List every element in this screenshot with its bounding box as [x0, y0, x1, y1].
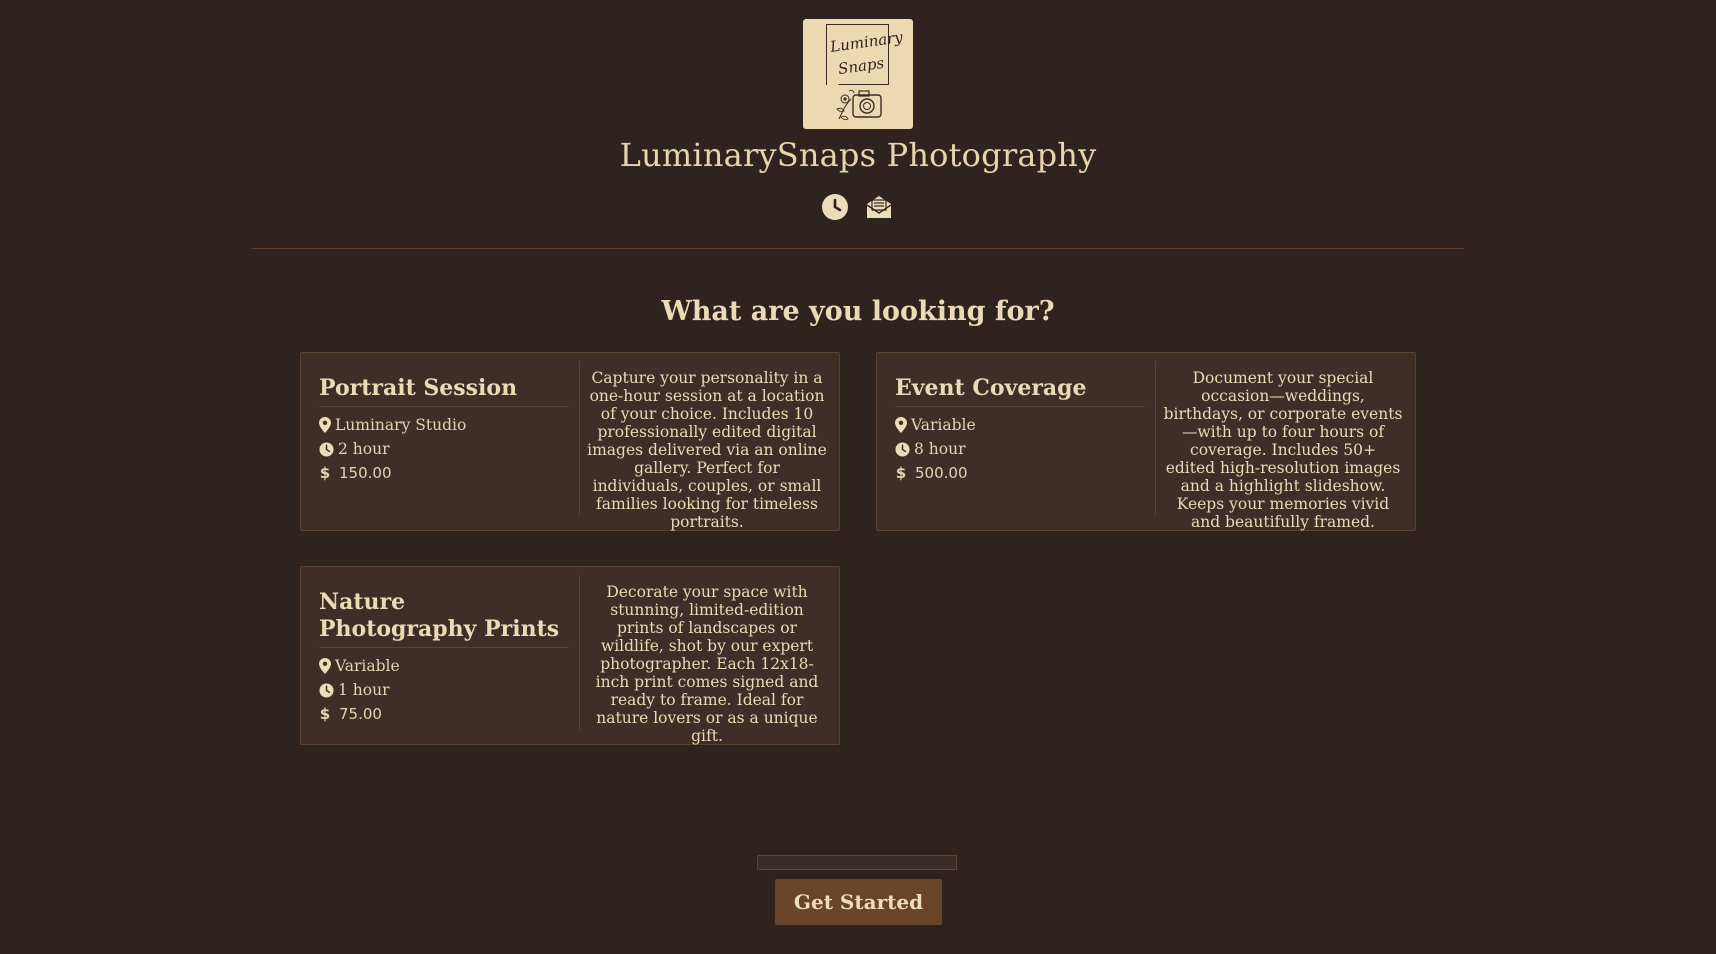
map-pin-icon	[319, 658, 331, 674]
card-divider	[579, 575, 580, 730]
get-started-button[interactable]: Get Started	[775, 879, 942, 925]
clock-icon	[895, 441, 910, 457]
camera-flower-icon	[836, 89, 882, 121]
service-location: Variable	[895, 413, 1145, 437]
page-title: LuminarySnaps Photography	[619, 136, 1097, 174]
progress-bar	[757, 855, 957, 870]
service-description: Capture your personality in a one-hour s…	[587, 369, 827, 531]
service-duration: 1 hour	[319, 678, 569, 702]
service-duration-text: 8 hour	[914, 440, 966, 458]
service-price-text: 500.00	[915, 464, 968, 482]
clock-icon	[319, 682, 334, 698]
booking-page: Luminary Snaps LuminarySnaps Photography	[0, 0, 1716, 954]
service-location-text: Luminary Studio	[335, 416, 467, 434]
service-description: Document your special occasion—weddings,…	[1163, 369, 1403, 531]
header-divider	[252, 248, 1464, 249]
service-duration-text: 2 hour	[338, 440, 390, 458]
service-summary: Event Coverage Variable 8 hour $ 500.00	[895, 375, 1145, 485]
clock-icon	[319, 441, 334, 457]
service-summary: Nature Photography Prints Variable 1 hou…	[319, 589, 569, 726]
service-price: $ 75.00	[319, 702, 569, 726]
service-name: Nature Photography Prints	[319, 589, 569, 648]
service-price: $ 500.00	[895, 461, 1145, 485]
service-duration: 2 hour	[319, 437, 569, 461]
brand-logo: Luminary Snaps	[803, 19, 913, 129]
service-name: Portrait Session	[319, 375, 569, 407]
card-divider	[1155, 361, 1156, 516]
dollar-icon: $	[319, 464, 331, 482]
service-price-text: 75.00	[339, 705, 382, 723]
envelope-icon[interactable]	[865, 193, 893, 221]
service-name: Event Coverage	[895, 375, 1145, 407]
service-card-event-coverage[interactable]: Event Coverage Variable 8 hour $ 500.00 …	[876, 352, 1416, 531]
service-card-nature-photography-prints[interactable]: Nature Photography Prints Variable 1 hou…	[300, 566, 840, 745]
section-heading: What are you looking for?	[661, 296, 1055, 327]
service-duration-text: 1 hour	[338, 681, 390, 699]
service-location: Variable	[319, 654, 569, 678]
service-location-text: Variable	[911, 416, 976, 434]
service-description: Decorate your space with stunning, limit…	[595, 583, 819, 745]
card-divider	[579, 361, 580, 516]
map-pin-icon	[319, 417, 331, 433]
dollar-icon: $	[895, 464, 907, 482]
service-price: $ 150.00	[319, 461, 569, 485]
service-card-portrait-session[interactable]: Portrait Session Luminary Studio 2 hour …	[300, 352, 840, 531]
service-duration: 8 hour	[895, 437, 1145, 461]
service-location-text: Variable	[335, 657, 400, 675]
map-pin-icon	[895, 417, 907, 433]
dollar-icon: $	[319, 705, 331, 723]
header-icons	[821, 193, 893, 221]
service-location: Luminary Studio	[319, 413, 569, 437]
clock-icon[interactable]	[821, 193, 849, 221]
service-summary: Portrait Session Luminary Studio 2 hour …	[319, 375, 569, 485]
service-price-text: 150.00	[339, 464, 392, 482]
